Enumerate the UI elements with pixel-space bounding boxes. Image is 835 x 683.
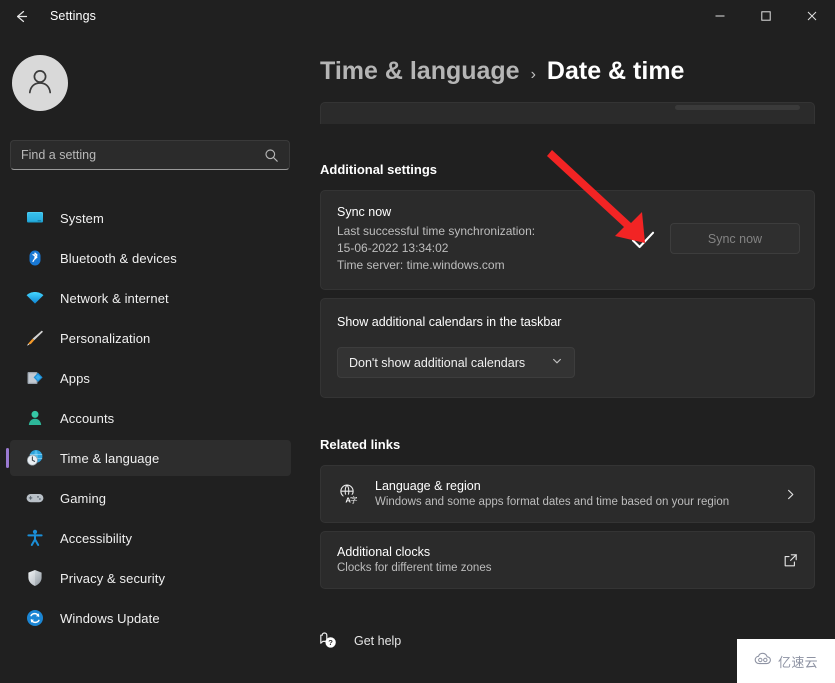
sync-time-server: Time server: time.windows.com (337, 258, 505, 272)
sidebar-item-network-internet[interactable]: Network & internet (10, 280, 291, 316)
main-content: Time & language › Date & time Additional… (300, 32, 835, 683)
breadcrumb: Time & language › Date & time (320, 57, 684, 86)
sidebar-item-windows-update[interactable]: Windows Update (10, 600, 291, 636)
breadcrumb-separator: › (530, 66, 536, 83)
watermark-text: 亿速云 (778, 655, 818, 671)
additional-settings-heading: Additional settings (320, 162, 437, 177)
dropdown-selected-value: Don't show additional calendars (349, 355, 526, 370)
sidebar-item-gaming[interactable]: Gaming (10, 480, 291, 516)
link-subtitle: Windows and some apps format dates and t… (375, 496, 730, 508)
link-subtitle: Clocks for different time zones (337, 562, 492, 574)
clock-globe-icon (24, 447, 46, 469)
external-link-icon (780, 553, 800, 568)
back-arrow-icon (13, 8, 30, 25)
maximize-button[interactable] (743, 0, 789, 32)
sidebar-item-personalization[interactable]: Personalization (10, 320, 291, 356)
sidebar-item-accounts[interactable]: Accounts (10, 400, 291, 436)
apps-icon (24, 367, 46, 389)
sidebar-item-label: Apps (60, 370, 91, 386)
sidebar-item-label: Personalization (60, 330, 151, 346)
additional-calendars-label: Show additional calendars in the taskbar (337, 315, 562, 329)
link-row-additional-clocks[interactable]: Additional clocks Clocks for different t… (320, 531, 815, 589)
wifi-icon (24, 287, 46, 309)
get-help-label: Get help (354, 634, 402, 648)
sidebar-nav: System Bluetooth & devices Network & int… (6, 200, 291, 640)
minimize-button[interactable] (697, 0, 743, 32)
sidebar-item-label: Accounts (60, 410, 115, 426)
search-box[interactable] (10, 140, 290, 170)
shield-icon (24, 567, 46, 589)
related-links-heading: Related links (320, 437, 401, 452)
accounts-person-icon (24, 407, 46, 429)
sidebar-item-accessibility[interactable]: Accessibility (10, 520, 291, 556)
chevron-right-icon (780, 488, 800, 501)
accessibility-person-icon (24, 527, 46, 549)
card-control-placeholder (675, 105, 800, 110)
sidebar-item-label: Network & internet (60, 290, 169, 306)
gamepad-icon (24, 487, 46, 509)
cloud-logo-icon (754, 652, 774, 671)
additional-calendars-card: Show additional calendars in the taskbar… (320, 298, 815, 398)
sidebar-item-label: Time & language (60, 450, 160, 466)
sync-now-button[interactable]: Sync now (670, 223, 800, 254)
page-title: Date & time (546, 57, 685, 85)
sync-card-title: Sync now (337, 205, 392, 219)
sidebar-item-label: Windows Update (60, 610, 160, 626)
search-icon (264, 148, 279, 163)
link-texts: Language & region Windows and some apps … (375, 478, 780, 510)
sidebar-item-label: System (60, 210, 104, 226)
help-question-icon: ? (318, 630, 340, 652)
avatar[interactable] (12, 55, 68, 111)
additional-calendars-dropdown[interactable]: Don't show additional calendars (337, 347, 575, 378)
sidebar-item-label: Privacy & security (60, 570, 166, 586)
sidebar-item-time-language[interactable]: Time & language (6, 440, 291, 476)
search-input[interactable] (21, 148, 264, 162)
sidebar-item-privacy-security[interactable]: Privacy & security (10, 560, 291, 596)
settings-window: Settings Find a setting System Bluetooth… (0, 0, 835, 683)
sidebar-item-system[interactable]: System (10, 200, 291, 236)
link-row-language-region[interactable]: A 字 Language & region Windows and some a… (320, 465, 815, 523)
svg-text:?: ? (328, 638, 333, 647)
sidebar-item-label: Bluetooth & devices (60, 250, 177, 266)
checkmark-icon (630, 229, 656, 256)
update-refresh-icon (24, 607, 46, 629)
title-bar: Settings (0, 0, 835, 32)
back-button[interactable] (4, 0, 38, 32)
link-title: Additional clocks (337, 545, 431, 559)
paintbrush-icon (24, 327, 46, 349)
system-monitor-icon (24, 207, 46, 229)
chevron-down-icon (551, 354, 563, 372)
get-help-link[interactable]: ? Get help (318, 628, 401, 654)
sidebar: System Bluetooth & devices (0, 32, 300, 683)
svg-text:字: 字 (350, 494, 358, 504)
scrolled-card-top-edge[interactable] (320, 102, 815, 124)
app-title: Settings (50, 9, 96, 23)
close-button[interactable] (789, 0, 835, 32)
bluetooth-icon (24, 247, 46, 269)
link-texts: Additional clocks Clocks for different t… (337, 544, 780, 576)
sync-now-button-label: Sync now (707, 231, 763, 246)
sidebar-item-label: Accessibility (60, 530, 133, 546)
sidebar-item-bluetooth-devices[interactable]: Bluetooth & devices (10, 240, 291, 276)
sidebar-item-label: Gaming (60, 490, 107, 506)
user-avatar-icon (23, 64, 57, 103)
link-title: Language & region (375, 479, 481, 493)
watermark: 亿速云 (737, 639, 835, 683)
translate-globe-icon: A 字 (335, 481, 361, 507)
sync-now-card: Sync now Last successful time synchroniz… (320, 190, 815, 290)
sidebar-item-apps[interactable]: Apps (10, 360, 291, 396)
breadcrumb-parent[interactable]: Time & language (320, 57, 520, 86)
window-controls (697, 0, 835, 32)
